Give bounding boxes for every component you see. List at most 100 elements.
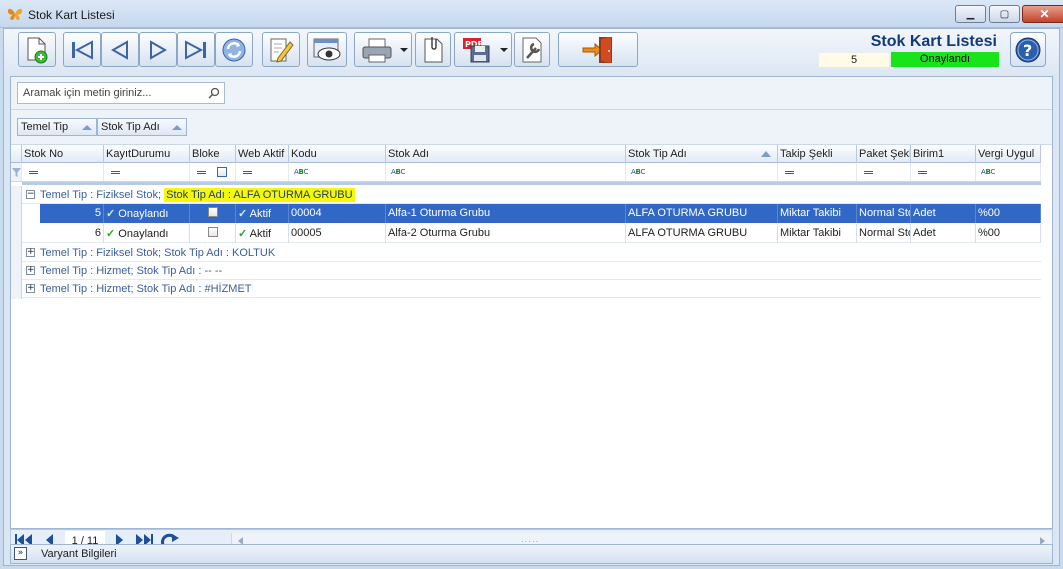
expand-icon[interactable]: + xyxy=(26,284,35,293)
filter-cell[interactable] xyxy=(857,163,911,181)
column-header[interactable]: Kodu xyxy=(289,145,386,163)
new-record-button[interactable] xyxy=(18,32,56,67)
column-header[interactable]: Stok Tip Adı xyxy=(626,145,778,163)
search-icon[interactable] xyxy=(208,87,220,99)
collapse-icon[interactable]: − xyxy=(26,190,35,199)
group-row[interactable]: + Temel Tip : Hizmet; Stok Tip Adı : -- … xyxy=(11,262,1041,280)
filter-cell[interactable] xyxy=(911,163,976,181)
chevron-down-icon xyxy=(500,48,508,52)
column-header[interactable]: Stok No xyxy=(22,145,104,163)
group-label: Stok Tip Adı : -- -- xyxy=(136,265,223,277)
search-input[interactable]: Aramak için metin giriniz... xyxy=(17,82,225,104)
view-eye-icon xyxy=(313,38,341,60)
filter-cell[interactable]: ABC xyxy=(289,163,386,181)
column-header[interactable]: Stok Adı xyxy=(386,145,626,163)
toolbar: PDF Stok Kart Listesi 5 Onaylandı ? xyxy=(4,29,1059,74)
filter-cell[interactable]: ABC xyxy=(386,163,626,181)
cell-kayit-durumu: ✓ Onaylandı xyxy=(104,204,190,223)
minimize-button[interactable]: ▁ xyxy=(955,5,986,23)
column-header-row: Stok No KayıtDurumu Bloke Web Aktif Kodu… xyxy=(11,145,1041,163)
filter-cell[interactable] xyxy=(778,163,857,181)
cell-bloke xyxy=(190,224,236,243)
group-row[interactable]: + Temel Tip : Hizmet; Stok Tip Adı : #Hİ… xyxy=(11,280,1041,298)
equals-icon xyxy=(243,171,252,174)
filter-indicator xyxy=(11,163,22,181)
bloke-checkbox[interactable] xyxy=(207,207,218,217)
group-label: Stok Tip Adı : KOLTUK xyxy=(164,247,276,259)
print-button[interactable] xyxy=(354,32,412,67)
cell-stok-tip-adi: ALFA OTURMA GRUBU xyxy=(626,224,778,243)
group-by-area: Temel Tip Stok Tip Adı xyxy=(11,110,1052,145)
previous-record-button[interactable] xyxy=(101,32,139,67)
group-chip-temel-tip[interactable]: Temel Tip xyxy=(17,118,97,136)
sort-ascending-icon xyxy=(761,151,771,157)
splitter[interactable]: ····· xyxy=(4,535,1059,546)
cell-stok-adi: Alfa-1 Oturma Grubu xyxy=(386,204,626,223)
text-filter-icon: ABC xyxy=(391,168,406,176)
column-header[interactable]: Paket Şekli xyxy=(857,145,911,163)
window-title: Stok Kart Listesi xyxy=(28,8,115,22)
column-header[interactable]: Birim1 xyxy=(911,145,976,163)
table-row[interactable]: 5 ✓ Onaylandı ✓ Aktif 00004 Alfa-1 Oturm… xyxy=(11,204,1041,223)
group-row[interactable]: + Temel Tip : Fiziksel Stok; Stok Tip Ad… xyxy=(11,244,1041,262)
equals-icon xyxy=(864,171,873,174)
edit-button[interactable] xyxy=(262,32,300,67)
cell-bloke xyxy=(190,204,236,223)
exit-button[interactable] xyxy=(558,32,638,67)
cell-takip-sekli: Miktar Takibi xyxy=(778,204,857,223)
filter-cell[interactable] xyxy=(236,163,289,181)
cell-paket-sekli: Normal Stok xyxy=(857,224,911,243)
next-icon xyxy=(150,39,168,60)
cell-web-aktif: ✓ Aktif xyxy=(236,204,289,223)
close-button[interactable]: ✕ xyxy=(1022,5,1063,23)
last-record-button[interactable] xyxy=(177,32,215,67)
group-chip-stok-tip-adi[interactable]: Stok Tip Adı xyxy=(97,118,187,136)
maximize-button[interactable]: ▢ xyxy=(989,5,1020,23)
filter-row: ABC ABC ABC ABC xyxy=(11,163,1041,182)
group-label: Temel Tip : Hizmet; xyxy=(40,283,134,295)
filter-funnel-icon xyxy=(12,168,21,177)
expand-icon[interactable]: + xyxy=(26,248,35,257)
filter-cell[interactable]: ABC xyxy=(626,163,778,181)
filter-cell[interactable]: ABC xyxy=(976,163,1041,181)
column-header[interactable]: Takip Şekli xyxy=(778,145,857,163)
group-row[interactable]: − Temel Tip : Fiziksel Stok; Stok Tip Ad… xyxy=(11,186,1041,204)
page-title: Stok Kart Listesi xyxy=(870,33,997,50)
filter-cell[interactable] xyxy=(22,163,104,181)
expand-panel-icon[interactable]: » xyxy=(14,547,27,560)
minimize-icon: ▁ xyxy=(966,8,975,20)
divider xyxy=(22,182,1041,185)
variant-panel[interactable]: » Varyant Bilgileri xyxy=(10,544,1053,564)
column-header[interactable]: Bloke xyxy=(190,145,236,163)
column-header[interactable]: KayıtDurumu xyxy=(104,145,190,163)
equals-icon xyxy=(918,171,927,174)
bloke-checkbox[interactable] xyxy=(207,227,218,237)
column-header[interactable]: Vergi Uygul xyxy=(976,145,1041,163)
attachment-button[interactable] xyxy=(415,32,451,67)
check-icon: ✓ xyxy=(106,208,116,220)
cell-web-aktif: ✓ Aktif xyxy=(236,224,289,243)
preview-button[interactable] xyxy=(307,32,347,67)
text-filter-icon: ABC xyxy=(294,168,309,176)
status-badge: Onaylandı xyxy=(891,52,999,67)
settings-button[interactable] xyxy=(514,32,550,67)
expand-icon[interactable]: + xyxy=(26,266,35,275)
group-label: Temel Tip : Fiziksel Stok; xyxy=(40,247,162,259)
title-bar: Stok Kart Listesi ▁ ▢ ✕ xyxy=(0,0,1063,28)
printer-icon xyxy=(362,38,392,62)
filter-cell[interactable] xyxy=(190,163,236,181)
export-pdf-button[interactable]: PDF xyxy=(454,32,512,67)
help-button[interactable]: ? xyxy=(1010,32,1046,67)
sort-ascending-icon xyxy=(82,125,92,130)
table-row[interactable]: 6 ✓ Onaylandı ✓ Aktif 00005 Alfa-2 Oturm… xyxy=(11,224,1041,243)
sort-ascending-icon xyxy=(172,125,182,130)
column-header[interactable]: Web Aktif xyxy=(236,145,289,163)
first-icon xyxy=(72,39,93,60)
maximize-icon: ▢ xyxy=(999,8,1010,20)
grid-panel: Aramak için metin giriniz... Temel Tip S… xyxy=(10,76,1053,529)
first-record-button[interactable] xyxy=(63,32,101,67)
refresh-button[interactable] xyxy=(215,32,253,67)
filter-cell[interactable] xyxy=(104,163,190,181)
pdf-save-icon: PDF xyxy=(463,37,490,62)
next-record-button[interactable] xyxy=(139,32,177,67)
